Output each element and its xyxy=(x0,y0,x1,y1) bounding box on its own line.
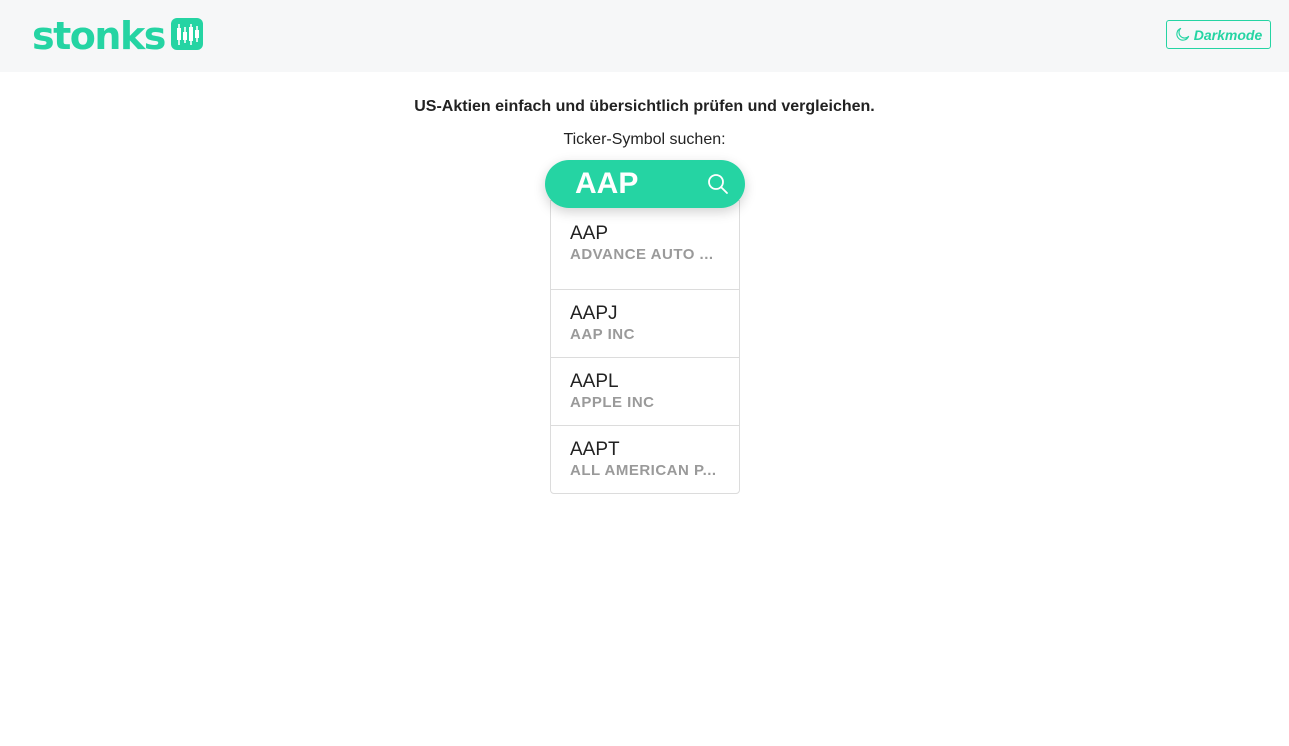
darkmode-label: Darkmode xyxy=(1193,26,1263,43)
darkmode-button[interactable]: Darkmode xyxy=(1166,20,1271,49)
logo[interactable]: stonks xyxy=(32,16,203,56)
suggestion-item[interactable]: AAPJ AAP INC xyxy=(551,289,739,357)
suggestion-company: APPLE INC xyxy=(570,394,655,411)
suggestion-ticker: AAPJ xyxy=(570,303,618,324)
search-input[interactable] xyxy=(575,166,710,202)
moon-icon xyxy=(1176,27,1189,41)
suggestion-company: ADVANCE AUTO ... xyxy=(570,246,714,263)
logo-text: stonks xyxy=(32,14,166,58)
search-icon[interactable] xyxy=(706,172,730,196)
suggestion-item[interactable]: AAPT ALL AMERICAN P... xyxy=(551,425,739,493)
suggestion-company: AAP INC xyxy=(570,326,635,343)
search-label: Ticker-Symbol suchen: xyxy=(563,131,726,148)
suggestion-ticker: AAPL xyxy=(570,371,619,392)
suggestion-ticker: AAPT xyxy=(570,439,620,460)
suggestion-ticker: AAP xyxy=(570,223,609,244)
suggestion-company: ALL AMERICAN P... xyxy=(570,462,717,479)
suggestion-list: AAP ADVANCE AUTO ... AAPJ AAP INC AAPL A… xyxy=(550,200,740,494)
candlestick-chart-icon xyxy=(170,18,203,50)
suggestion-item[interactable]: AAPL APPLE INC xyxy=(551,357,739,425)
tagline: US-Aktien einfach und übersichtlich prüf… xyxy=(414,98,875,115)
header: stonks Darkmode xyxy=(0,0,1289,72)
suggestion-item[interactable]: AAP ADVANCE AUTO ... xyxy=(551,201,739,289)
